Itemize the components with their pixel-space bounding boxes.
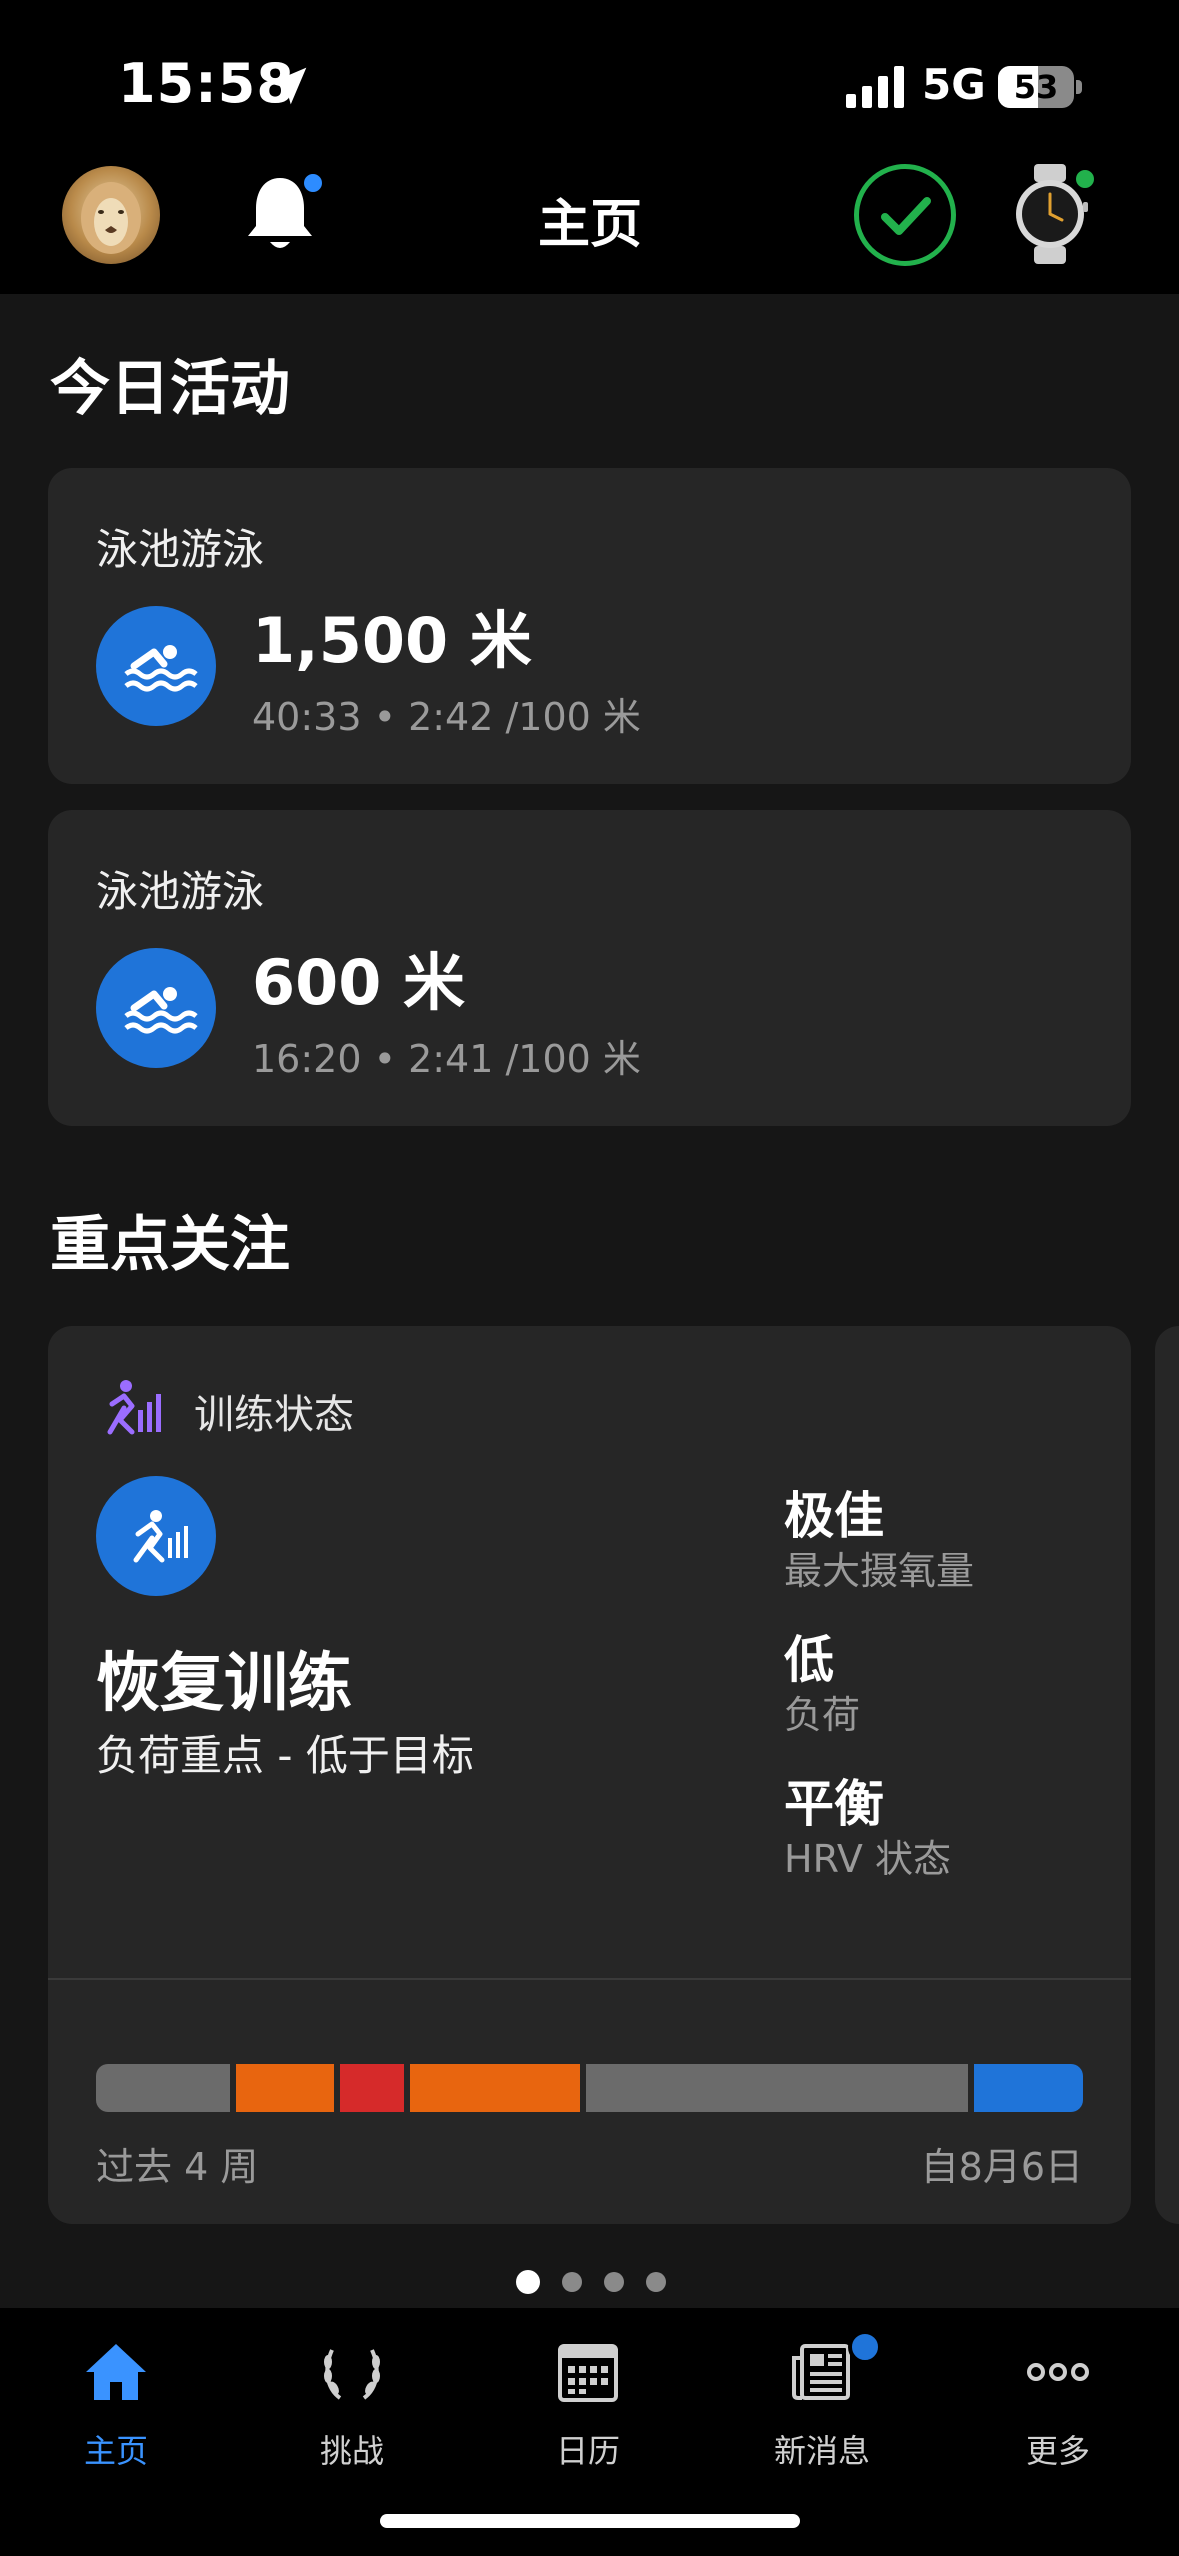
more-icon	[1027, 2363, 1089, 2381]
training-status-icon	[107, 1380, 161, 1435]
activity-card[interactable]: 泳池游泳 600 米 16:20 • 2:41 /100 米	[48, 810, 1131, 1126]
card-divider	[48, 1978, 1131, 1980]
tab-label: 新消息	[773, 2432, 870, 2470]
training-status-card[interactable]: 训练状态 恢复训练 负荷重点 - 低于目标 极佳 最大摄氧量 低 负荷 平衡 H…	[48, 1326, 1131, 2224]
network-type: 5G	[922, 60, 986, 109]
lion-avatar-icon	[81, 182, 141, 254]
metric-label: HRV 状态	[784, 1837, 951, 1881]
tab-label: 挑战	[319, 2432, 384, 2470]
page-indicator[interactable]	[0, 2270, 1179, 2296]
page-dot[interactable]	[646, 2272, 666, 2292]
calendar-icon	[558, 2344, 618, 2402]
activity-details: 40:33 • 2:42 /100 米	[252, 695, 641, 739]
metric-label: 负荷	[784, 1693, 861, 1737]
activity-details: 16:20 • 2:41 /100 米	[252, 1037, 641, 1081]
location-arrow-icon	[269, 67, 307, 105]
activity-card[interactable]: 泳池游泳 1,500 米 40:33 • 2:42 /100 米	[48, 468, 1131, 784]
metric-value: 低	[784, 1631, 834, 1689]
load-bar-segment	[96, 2064, 230, 2112]
activity-distance: 600 米	[252, 946, 466, 1019]
load-bar-segment	[340, 2064, 404, 2112]
tab-label: 主页	[83, 2432, 148, 2470]
tab-label: 更多	[1025, 2432, 1090, 2470]
tab-calendar[interactable]: 日历	[488, 2332, 688, 2482]
tab-label: 日历	[555, 2432, 620, 2470]
card-label: 训练状态	[194, 1392, 354, 1438]
tab-challenges[interactable]: 挑战	[252, 2332, 452, 2482]
tab-more[interactable]: 更多	[958, 2332, 1158, 2482]
section-title-today: 今日活动	[50, 354, 290, 424]
sync-status-button[interactable]	[854, 164, 956, 266]
tab-home[interactable]: 主页	[16, 2332, 216, 2482]
cellular-signal-icon	[846, 66, 904, 108]
news-icon	[792, 2344, 850, 2400]
load-bar-segment	[236, 2064, 334, 2112]
status-bar: 15:58 5G 53	[0, 0, 1179, 160]
app-header: 主页	[0, 160, 1179, 294]
home-indicator[interactable]	[380, 2514, 800, 2528]
next-focus-card[interactable]	[1155, 1326, 1179, 2224]
metric-label: 最大摄氧量	[784, 1549, 975, 1593]
page-title: 主页	[537, 195, 642, 255]
training-status-value: 恢复训练	[96, 1647, 352, 1721]
training-status-badge-icon	[96, 1476, 216, 1596]
bar-period-label: 过去 4 周	[96, 2145, 259, 2189]
bar-since-label: 自8月6日	[920, 2145, 1083, 2189]
load-bar-segment	[586, 2064, 968, 2112]
checkmark-icon	[881, 197, 931, 235]
tab-news[interactable]: 新消息	[722, 2330, 922, 2482]
notification-badge	[300, 170, 326, 196]
metric-value: 平衡	[784, 1775, 884, 1833]
swim-icon	[96, 606, 216, 726]
page-dot[interactable]	[562, 2272, 582, 2292]
load-bar-segment	[410, 2064, 580, 2112]
battery-icon: 53	[998, 66, 1082, 108]
activity-distance: 1,500 米	[252, 604, 532, 677]
page-dot[interactable]	[604, 2272, 624, 2292]
page-dot[interactable]	[516, 2270, 540, 2294]
section-title-focus: 重点关注	[50, 1210, 290, 1280]
metric-value: 极佳	[784, 1487, 884, 1545]
battery-percent: 53	[1013, 68, 1059, 106]
news-badge	[848, 2330, 882, 2364]
avatar[interactable]	[62, 166, 160, 264]
activity-name: 泳池游泳	[96, 525, 265, 574]
training-status-description: 负荷重点 - 低于目标	[96, 1731, 474, 1780]
activity-name: 泳池游泳	[96, 867, 265, 916]
swim-icon	[96, 948, 216, 1068]
home-icon	[86, 2344, 146, 2400]
load-bar-segment	[974, 2064, 1083, 2112]
laurel-icon	[324, 2349, 380, 2400]
device-connected-badge	[1072, 166, 1098, 192]
